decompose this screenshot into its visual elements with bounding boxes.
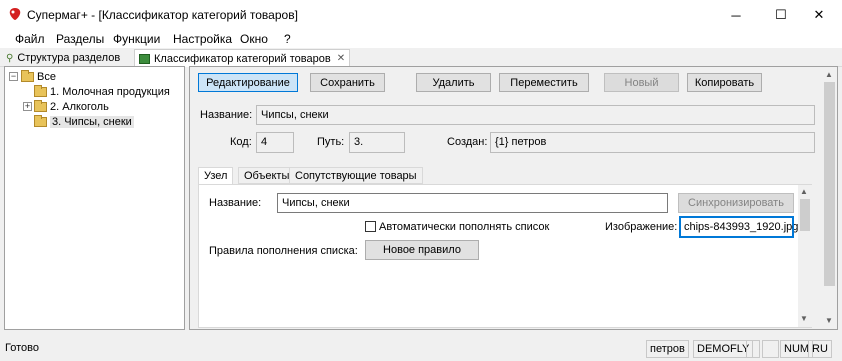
folder-icon [34,114,47,127]
code-label: Код: [230,136,252,148]
tree-label: 1. Молочная продукция [50,85,170,98]
scroll-up-icon[interactable]: ▲ [825,70,833,79]
menu-functions[interactable]: Функции [113,32,160,46]
collapse-icon[interactable]: − [9,72,18,81]
image-label: Изображение: [605,221,678,233]
code-field[interactable]: 4 [256,132,294,153]
path-label: Путь: [317,136,345,148]
edit-button[interactable]: Редактирование [198,73,298,92]
tree-item[interactable]: 1. Молочная продукция [34,84,170,99]
node-name-field[interactable]: Чипсы, снеки [277,193,668,213]
status-text: Готово [5,342,39,354]
copy-button[interactable]: Копировать [687,73,762,92]
tree-item[interactable]: + 2. Алкоголь [23,99,109,114]
status-bar: Готово петров DEMOFLY NUM RU [0,336,842,361]
title-bar: Супермаг+ - [Классификатор категорий тов… [0,0,842,30]
tree-item-selected[interactable]: 3. Чипсы, снеки [34,114,134,129]
tab-category-classifier[interactable]: Классификатор категорий товаров ✕ [134,49,351,67]
tab-related-goods[interactable]: Сопутствующие товары [289,167,423,184]
main-panel: Редактирование Сохранить Удалить Перемес… [189,66,838,330]
status-empty-2 [762,340,779,358]
main-scrollbar[interactable]: ▲ ▼ [822,67,837,329]
delete-button[interactable]: Удалить [416,73,491,92]
tab-label: Структура разделов [17,52,121,64]
node-tab-content: Название: Чипсы, снеки Синхронизировать … [198,184,812,328]
status-user: петров [646,340,689,358]
classifier-icon [139,53,150,64]
menu-window[interactable]: Окно [240,32,268,46]
scroll-thumb[interactable] [824,82,835,286]
scroll-up-icon[interactable]: ▲ [800,187,808,196]
tree-label: Все [37,70,56,83]
auto-fill-checkbox[interactable] [365,221,376,232]
status-empty-1 [746,340,760,358]
tree-label: 3. Чипсы, снеки [50,115,134,128]
new-button[interactable]: Новый [604,73,679,92]
folder-icon [34,84,47,97]
document-tabs: ⚲ Структура разделов Классификатор катег… [0,48,842,67]
tree-item-root[interactable]: − Все [9,69,56,84]
move-button[interactable]: Переместить [499,73,589,92]
expand-icon[interactable]: + [23,102,32,111]
tab-label: Классификатор категорий товаров [154,52,331,65]
tab-sections-structure[interactable]: ⚲ Структура разделов [2,49,124,67]
image-select-value: chips-843993_1920.jpg [684,221,799,233]
category-tree: − Все 1. Молочная продукция + 2. Алкогол… [4,66,185,330]
sync-button[interactable]: Синхронизировать [678,193,794,213]
image-select[interactable]: chips-843993_1920.jpg ▼ [679,216,806,238]
scroll-down-icon[interactable]: ▼ [800,314,808,323]
menu-help[interactable]: ? [284,32,291,46]
minimize-button[interactable]: ─ [713,0,759,30]
status-lang: RU [808,340,832,358]
tab-node[interactable]: Узел [198,167,234,185]
rules-label: Правила пополнения списка: [209,245,358,257]
window-title: Супермаг+ - [Классификатор категорий тов… [27,8,298,22]
menu-bar: Файл Разделы Функции Настройка Окно ? [0,30,842,48]
tab-objects[interactable]: Объекты [238,167,296,184]
app-logo-icon [9,8,21,20]
close-button[interactable]: ✕ [796,0,842,30]
scroll-down-icon[interactable]: ▼ [825,316,833,325]
new-rule-button[interactable]: Новое правило [365,240,479,260]
folder-icon [34,99,47,112]
close-tab-icon[interactable]: ✕ [337,53,345,64]
menu-sections[interactable]: Разделы [56,32,104,46]
save-button[interactable]: Сохранить [310,73,385,92]
status-host: DEMOFLY [693,340,754,358]
menu-settings[interactable]: Настройка [173,32,232,46]
path-field[interactable]: 3. [349,132,405,153]
menu-file[interactable]: Файл [15,32,45,46]
pin-icon: ⚲ [6,52,14,64]
name-label: Название: [200,109,253,121]
inner-scrollbar[interactable]: ▲ ▼ [798,185,812,327]
scroll-thumb[interactable] [800,199,810,231]
auto-fill-label: Автоматически пополнять список [379,221,550,233]
name-field[interactable]: Чипсы, снеки [256,105,815,125]
created-field[interactable]: {1} петров [490,132,815,153]
node-name-label: Название: [209,197,262,209]
folder-open-icon [21,69,34,82]
tree-label: 2. Алкоголь [50,100,109,113]
auto-fill-checkbox-row[interactable]: Автоматически пополнять список [365,221,549,233]
created-label: Создан: [447,136,488,148]
